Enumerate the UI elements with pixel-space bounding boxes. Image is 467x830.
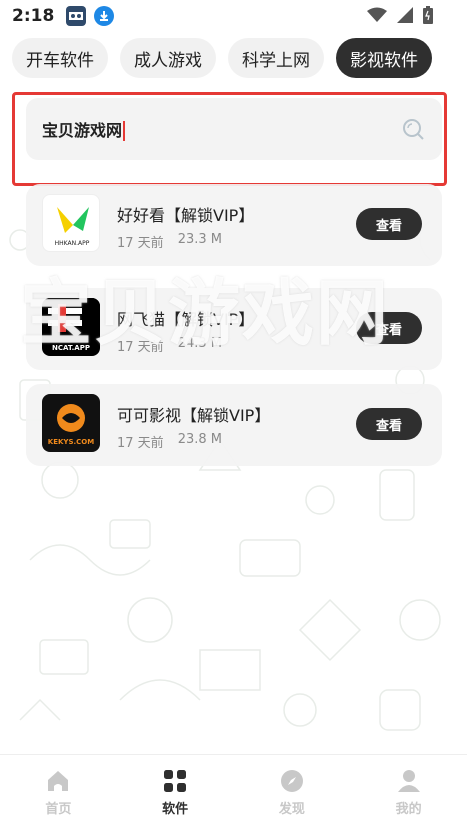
app-name: 网飞猫【解锁VIP】: [117, 310, 255, 329]
search-input[interactable]: 宝贝游戏网: [42, 117, 400, 142]
nav-software[interactable]: 软件: [117, 755, 234, 830]
app-logo-hhkan: HHKAN.APP: [42, 194, 100, 252]
view-button[interactable]: 查看: [356, 408, 422, 440]
app-size: 23.8 M: [177, 432, 222, 447]
app-logo-text: HHKAN.APP: [55, 240, 90, 247]
search-input-value: 宝贝游戏网: [42, 120, 123, 140]
app-notification-icon: [66, 6, 87, 26]
app-meta: 17 天前 23.3 M: [117, 232, 222, 251]
nav-discover[interactable]: 发现: [234, 755, 351, 830]
app-meta: 17 天前 23.8 M: [117, 432, 222, 451]
app-card[interactable]: NCAT.APP 网飞猫【解锁VIP】 17 天前 24.3 M 查看: [26, 288, 442, 370]
nav-label: 软件: [162, 802, 189, 817]
view-button[interactable]: 查看: [356, 312, 422, 344]
status-bar: 2:18: [0, 0, 467, 32]
tab-adult-games[interactable]: 成人游戏: [120, 38, 216, 78]
nav-label: 我的: [395, 802, 422, 817]
tab-video-apps[interactable]: 影视软件: [336, 38, 432, 78]
compass-icon: [280, 770, 303, 792]
app-size: 24.3 M: [177, 336, 222, 351]
app-size: 23.3 M: [177, 232, 222, 247]
battery-icon: [423, 6, 433, 28]
category-tabs: 开车软件 成人游戏 科学上网 影视软件: [12, 38, 432, 78]
bottom-navigation: 首页 软件 发现 我的: [0, 754, 467, 830]
nav-home[interactable]: 首页: [0, 755, 117, 830]
nav-label: 首页: [45, 802, 72, 817]
apps-grid-icon: [164, 770, 187, 792]
app-logo-kekys: KEKYS.COM: [42, 394, 100, 452]
app-card[interactable]: KEKYS.COM 可可影视【解锁VIP】 17 天前 23.8 M 查看: [26, 384, 442, 466]
wifi-icon: [367, 7, 387, 27]
home-icon: [48, 771, 69, 791]
tab-kaiche[interactable]: 开车软件: [12, 38, 108, 78]
app-logo-ncat: NCAT.APP: [42, 298, 100, 356]
nav-label: 发现: [278, 802, 305, 817]
app-name: 可可影视【解锁VIP】: [117, 406, 271, 425]
view-button[interactable]: 查看: [356, 208, 422, 240]
app-updated-time: 17 天前: [117, 236, 164, 251]
app-name: 好好看【解锁VIP】: [117, 206, 255, 225]
text-caret: [123, 121, 126, 142]
app-meta: 17 天前 24.3 M: [117, 336, 222, 355]
app-updated-time: 17 天前: [117, 436, 164, 451]
nav-profile[interactable]: 我的: [350, 755, 467, 830]
search-bar[interactable]: 宝贝游戏网: [26, 98, 442, 160]
search-icon[interactable]: [400, 116, 426, 142]
profile-icon: [397, 770, 420, 792]
signal-icon: [397, 7, 413, 27]
status-time: 2:18: [12, 6, 55, 26]
app-logo-text: KEKYS.COM: [48, 438, 94, 446]
tab-vpn[interactable]: 科学上网: [228, 38, 324, 78]
app-card[interactable]: HHKAN.APP 好好看【解锁VIP】 17 天前 23.3 M 查看: [26, 184, 442, 266]
app-updated-time: 17 天前: [117, 340, 164, 355]
download-icon: [94, 6, 115, 26]
app-logo-text: NCAT.APP: [52, 344, 90, 352]
